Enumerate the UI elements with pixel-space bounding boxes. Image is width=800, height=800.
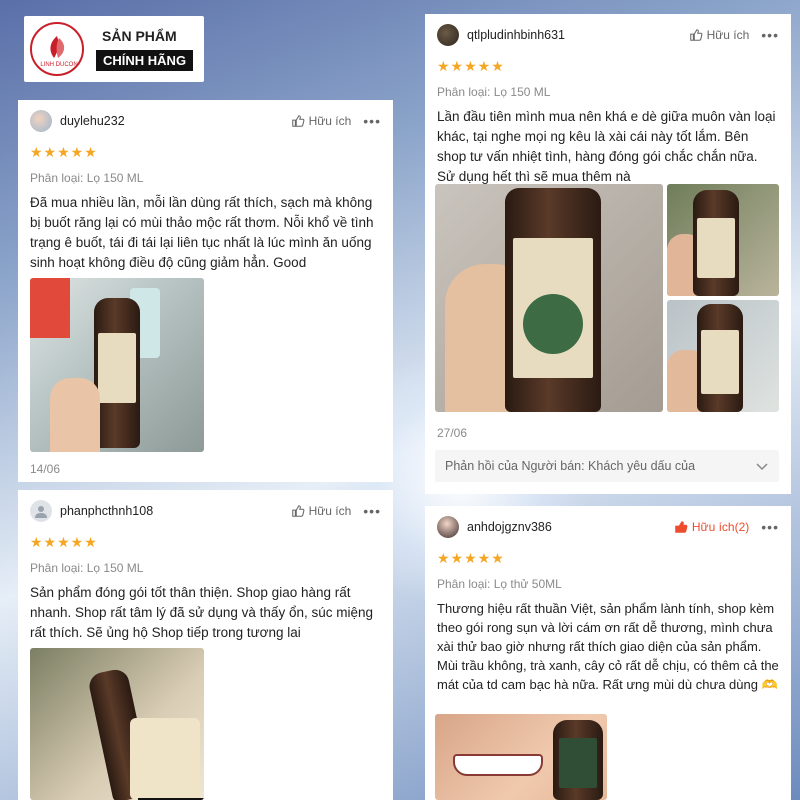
review-photo[interactable]: [435, 714, 607, 800]
brand-badge: LINH DUCON SẢN PHẨM CHÍNH HÃNG: [24, 16, 204, 82]
variant-label: Phân loại: Lọ 150 ML: [30, 561, 144, 575]
bottle-label: [559, 738, 597, 788]
review-photo[interactable]: [30, 278, 204, 452]
chevron-down-icon: [756, 463, 768, 471]
helpful-button[interactable]: Hữu ích: [689, 28, 750, 42]
username[interactable]: phanphcthnh108: [60, 504, 153, 518]
review-text: Lần đầu tiên mình mua nên khá e dè giữa …: [437, 109, 776, 184]
helpful-button[interactable]: Hữu ích: [291, 114, 352, 128]
default-avatar-icon: [35, 506, 47, 518]
star-rating: ★★★★★: [30, 144, 98, 160]
variant-label: Phân loại: Lọ thử 50ML: [437, 577, 562, 591]
review-date: 14/06: [30, 462, 61, 476]
seller-reply-text: Phản hồi của Người bán: Khách yêu dấu củ…: [445, 459, 696, 473]
username[interactable]: duylehu232: [60, 114, 125, 128]
review-date: 27/06: [437, 426, 468, 440]
logo-text: LINH DUCON: [40, 62, 78, 68]
review-photo-bottom-right[interactable]: [667, 300, 779, 412]
thumbs-up-icon: [689, 29, 702, 41]
review-photo[interactable]: [30, 648, 204, 800]
user-avatar[interactable]: [30, 110, 52, 132]
more-options-icon[interactable]: •••: [761, 519, 779, 535]
review-text: Đã mua nhiều lần, mỗi lần dùng rất thích…: [30, 195, 374, 270]
review-card-1: duylehu232 Hữu ích ••• ★★★★★ Phân loại: …: [18, 100, 393, 482]
helpful-label: Hữu ích: [308, 114, 352, 128]
username[interactable]: qtlpludinhbinh631: [467, 28, 565, 42]
thumbs-up-icon: [291, 115, 304, 127]
review-photo-main[interactable]: [435, 184, 663, 412]
review-text: Sản phẩm đóng gói tốt thân thiện. Shop g…: [30, 585, 373, 640]
more-options-icon[interactable]: •••: [363, 113, 381, 129]
review-text: Thương hiệu rất thuần Việt, sản phẩm làn…: [437, 601, 779, 692]
username[interactable]: anhdojgznv386: [467, 520, 552, 534]
more-options-icon[interactable]: •••: [363, 503, 381, 519]
star-rating: ★★★★★: [437, 58, 505, 74]
review-card-4: anhdojgznv386 Hữu ích(2) ••• ★★★★★ Phân …: [425, 506, 791, 800]
thumbs-up-icon: [291, 505, 304, 517]
user-avatar[interactable]: [30, 500, 52, 522]
user-avatar[interactable]: [437, 24, 459, 46]
bottle-label: [98, 333, 136, 403]
bottle-label: [701, 330, 739, 394]
helpful-label: Hữu ích: [308, 504, 352, 518]
star-rating: ★★★★★: [437, 550, 505, 566]
helpful-label: Hữu ích: [706, 28, 750, 42]
badge-line1: SẢN PHẨM: [102, 28, 177, 44]
thumbs-up-icon: [675, 521, 688, 533]
helpful-label: Hữu ích(2): [691, 520, 750, 534]
star-rating: ★★★★★: [30, 534, 98, 550]
helpful-button[interactable]: Hữu ích: [291, 504, 352, 518]
review-photo-top-right[interactable]: [667, 184, 779, 296]
variant-label: Phân loại: Lọ 150 ML: [437, 85, 551, 99]
variant-label: Phân loại: Lọ 150 ML: [30, 171, 144, 185]
helpful-button[interactable]: Hữu ích(2): [674, 520, 749, 534]
brand-logo: LINH DUCON: [30, 22, 84, 76]
user-avatar[interactable]: [437, 516, 459, 538]
badge-line2: CHÍNH HÃNG: [96, 50, 194, 71]
review-card-3: phanphcthnh108 Hữu ích ••• ★★★★★ Phân lo…: [18, 490, 393, 800]
more-options-icon[interactable]: •••: [761, 27, 779, 43]
seller-reply[interactable]: Phản hồi của Người bán: Khách yêu dấu củ…: [435, 450, 779, 482]
review-card-2: qtlpludinhbinh631 Hữu ích ••• ★★★★★ Phân…: [425, 14, 791, 494]
bottle-label: [697, 218, 735, 278]
